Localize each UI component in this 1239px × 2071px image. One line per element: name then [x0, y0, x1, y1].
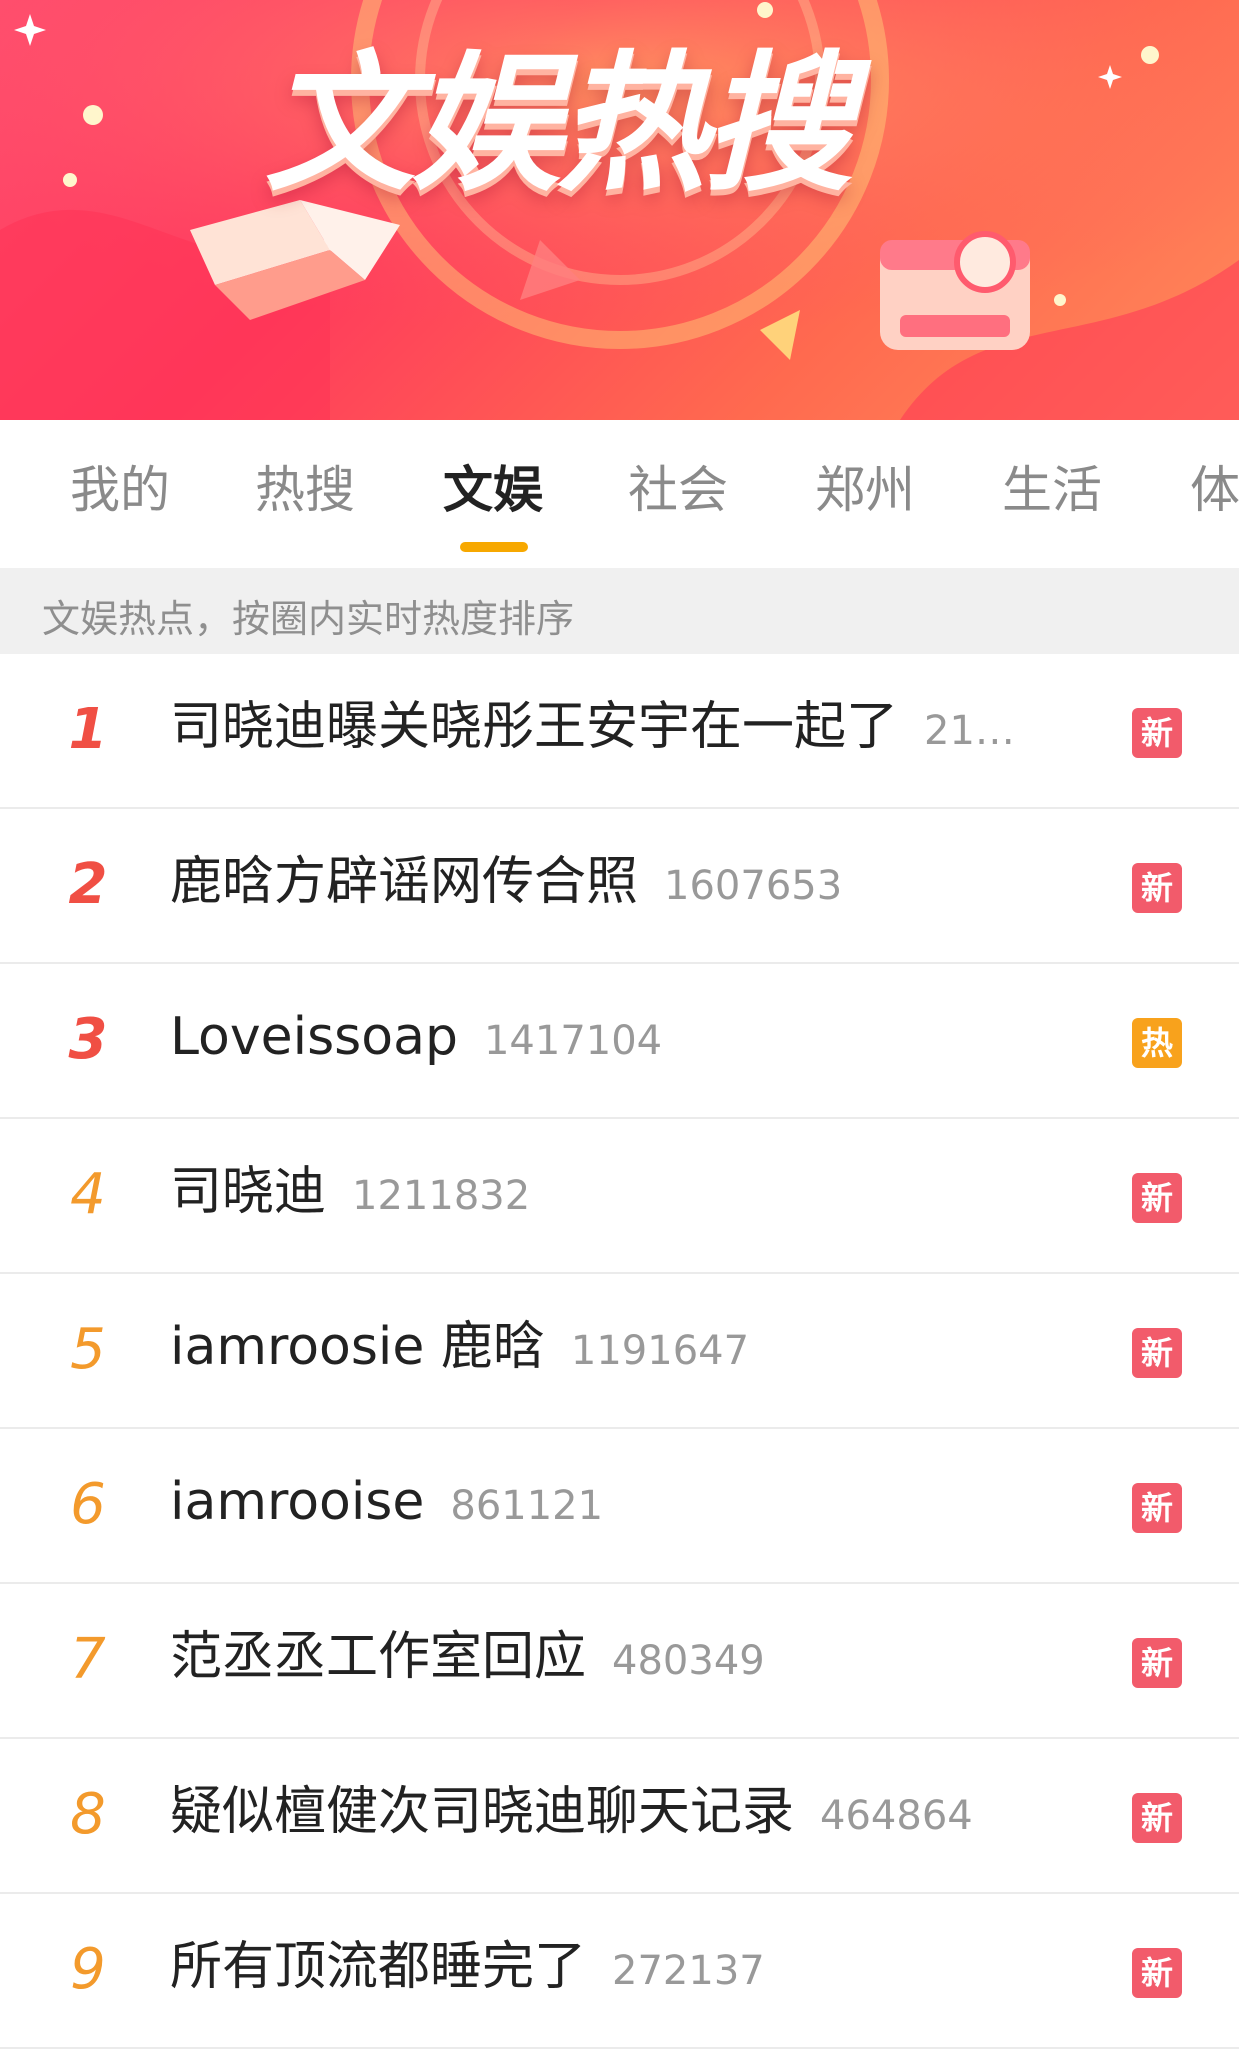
heat-count: 480349	[612, 1638, 765, 1684]
banner-title: 文娱热搜	[265, 38, 853, 212]
tab-mine[interactable]: 我的	[70, 460, 170, 520]
list-item[interactable]: 1 司晓迪曝关晓彤王安宇在一起了 21… 新	[0, 654, 1239, 809]
heat-count: 464864	[820, 1793, 973, 1839]
rank-number: 4	[70, 1162, 106, 1227]
tab-hot-search[interactable]: 热搜	[255, 460, 355, 520]
new-badge: 新	[1132, 1638, 1182, 1688]
new-badge: 新	[1132, 1793, 1182, 1843]
tab-life[interactable]: 生活	[1002, 460, 1102, 520]
topic-title[interactable]: 司晓迪	[170, 1162, 326, 1222]
hot-badge: 热	[1132, 1018, 1182, 1068]
tab-sports[interactable]: 体	[1190, 460, 1239, 520]
heat-count: 1417104	[483, 1018, 663, 1064]
section-subtitle: 文娱热点，按圈内实时热度排序	[42, 597, 575, 641]
list-item[interactable]: 9 所有顶流都睡完了 272137 新	[0, 1894, 1239, 2049]
heat-count: 1607653	[664, 863, 843, 909]
list-item[interactable]: 3 Loveissoap 1417104 热	[0, 964, 1239, 1119]
new-badge: 新	[1132, 1328, 1182, 1378]
heat-count: 21…	[924, 708, 1015, 754]
rank-number: 7	[70, 1627, 106, 1692]
tab-entertainment[interactable]: 文娱	[443, 460, 543, 520]
category-tab-bar: 我的 热搜 文娱 社会 郑州 生活 体	[0, 420, 1239, 568]
banner: 文娱热搜	[0, 0, 1239, 420]
new-badge: 新	[1132, 863, 1182, 913]
new-badge: 新	[1132, 1483, 1182, 1533]
rank-number: 1	[68, 697, 108, 762]
hot-search-list: 1 司晓迪曝关晓彤王安宇在一起了 21… 新 2 鹿晗方辟谣网传合照 1607653…	[0, 654, 1239, 2049]
rank-number: 9	[70, 1937, 106, 2002]
topic-title[interactable]: 司晓迪曝关晓彤王安宇在一起了	[170, 697, 898, 757]
list-item[interactable]: 6 iamrooise 861121 新	[0, 1429, 1239, 1584]
topic-title[interactable]: 鹿晗方辟谣网传合照	[170, 852, 638, 912]
rank-number: 6	[70, 1472, 106, 1537]
topic-title[interactable]: Loveissoap	[170, 1007, 458, 1067]
rank-number: 5	[70, 1317, 106, 1382]
list-item[interactable]: 2 鹿晗方辟谣网传合照 1607653 新	[0, 809, 1239, 964]
topic-title[interactable]: 范丞丞工作室回应	[170, 1627, 586, 1687]
camera-icon	[880, 231, 1030, 350]
heat-count: 272137	[612, 1948, 765, 1994]
topic-title[interactable]: iamroosie 鹿晗	[170, 1317, 545, 1377]
topic-title[interactable]: 所有顶流都睡完了	[170, 1937, 586, 1997]
heat-count: 861121	[450, 1483, 604, 1529]
rank-number: 2	[68, 852, 108, 917]
list-item[interactable]: 5 iamroosie 鹿晗 1191647 新	[0, 1274, 1239, 1429]
list-item[interactable]: 8 疑似檀健次司晓迪聊天记录 464864 新	[0, 1739, 1239, 1894]
new-badge: 新	[1132, 708, 1182, 758]
rank-number: 8	[70, 1782, 106, 1847]
new-badge: 新	[1132, 1173, 1182, 1223]
rank-number: 3	[68, 1007, 108, 1072]
heat-count: 1191647	[570, 1328, 750, 1374]
list-item[interactable]: 7 范丞丞工作室回应 480349 新	[0, 1584, 1239, 1739]
new-badge: 新	[1132, 1948, 1182, 1998]
section-header: 文娱热点，按圈内实时热度排序	[0, 568, 1239, 654]
topic-title[interactable]: 疑似檀健次司晓迪聊天记录	[170, 1782, 794, 1842]
heat-count: 1211832	[352, 1173, 531, 1219]
topic-title[interactable]: iamrooise	[170, 1472, 424, 1532]
active-tab-indicator	[460, 542, 528, 552]
tab-zhengzhou[interactable]: 郑州	[815, 460, 915, 520]
list-item[interactable]: 4 司晓迪 1211832 新	[0, 1119, 1239, 1274]
tab-society[interactable]: 社会	[628, 460, 728, 520]
